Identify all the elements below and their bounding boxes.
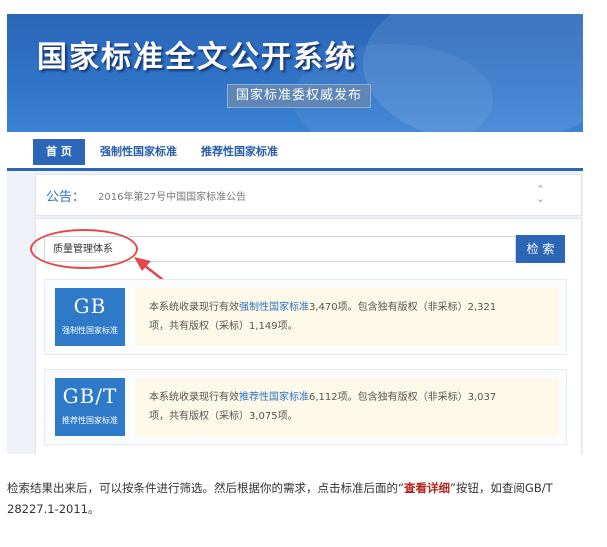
mandatory-standards-link[interactable]: 强制性国家标准: [239, 302, 309, 313]
standard-card-gbt[interactable]: GB/T 推荐性国家标准 本系统收录现行有效推荐性国家标准6,112项。包含独有…: [44, 369, 567, 445]
caption-text: 检索结果出来后，可以按条件进行筛选。然后根据你的需求，点击标准后面的“: [7, 481, 404, 495]
desc-text: 本系统收录现行有效: [149, 302, 239, 313]
gbt-badge[interactable]: GB/T 推荐性国家标准: [55, 378, 125, 436]
desc-text: 6,112项。包含独有版权（非采标）3,037: [309, 392, 497, 403]
gb-badge[interactable]: GB 强制性国家标准: [55, 288, 125, 346]
desc-text: 项，共有版权（采标）3,075项。: [149, 411, 298, 422]
card-description: 本系统收录现行有效推荐性国家标准6,112项。包含独有版权（非采标）3,037 …: [135, 378, 559, 436]
caption-emphasis: 查看详细: [403, 481, 450, 495]
badge-subtitle: 强制性国家标准: [62, 326, 118, 335]
card-description: 本系统收录现行有效强制性国家标准3,470项。包含独有版权（非采标）2,321 …: [135, 288, 559, 346]
badge-code: GB/T: [62, 384, 118, 408]
article-caption: 检索结果出来后，可以按条件进行筛选。然后根据你的需求，点击标准后面的“查看详细”…: [7, 478, 603, 520]
standard-card-gb[interactable]: GB 强制性国家标准 本系统收录现行有效强制性国家标准3,470项。包含独有版权…: [44, 279, 567, 355]
badge-subtitle: 推荐性国家标准: [62, 416, 118, 425]
annotation-arrow: [134, 257, 177, 291]
desc-text: 本系统收录现行有效: [149, 392, 239, 403]
desc-text: 3,470项。包含独有版权（非采标）2,321: [309, 302, 497, 313]
desc-text: 项，共有版权（采标）1,149项。: [149, 321, 298, 332]
badge-code: GB: [73, 294, 107, 318]
recommended-standards-link[interactable]: 推荐性国家标准: [239, 392, 309, 403]
